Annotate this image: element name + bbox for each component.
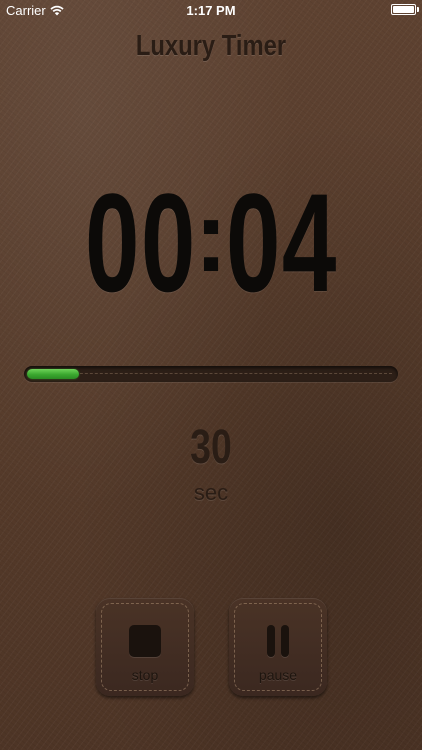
progress-bar xyxy=(24,366,398,382)
pause-label: pause xyxy=(258,667,298,683)
timer-display: 00 : 04 xyxy=(0,168,422,318)
battery-icon xyxy=(391,4,416,15)
timer-minutes: 00 xyxy=(84,164,197,321)
status-time: 1:17 PM xyxy=(186,3,236,18)
timer-seconds: 04 xyxy=(225,164,338,321)
pause-icon xyxy=(265,625,291,657)
progress-stitching xyxy=(30,373,392,374)
timer-separator: : xyxy=(194,181,228,293)
pause-button[interactable]: pause xyxy=(229,598,327,696)
stop-label: stop xyxy=(131,667,159,683)
status-bar: Carrier 1:17 PM xyxy=(0,0,422,20)
pause-bar-left xyxy=(267,625,275,657)
battery-level xyxy=(393,6,414,13)
stop-button[interactable]: stop xyxy=(96,598,194,696)
progress-fill xyxy=(27,369,79,379)
app-title: Luxury Timer xyxy=(135,30,287,62)
duration-unit: sec xyxy=(193,480,229,505)
duration-value[interactable]: 30 xyxy=(46,420,375,475)
battery-tip xyxy=(417,7,419,12)
pause-bar-right xyxy=(281,625,289,657)
stop-icon xyxy=(129,625,161,657)
